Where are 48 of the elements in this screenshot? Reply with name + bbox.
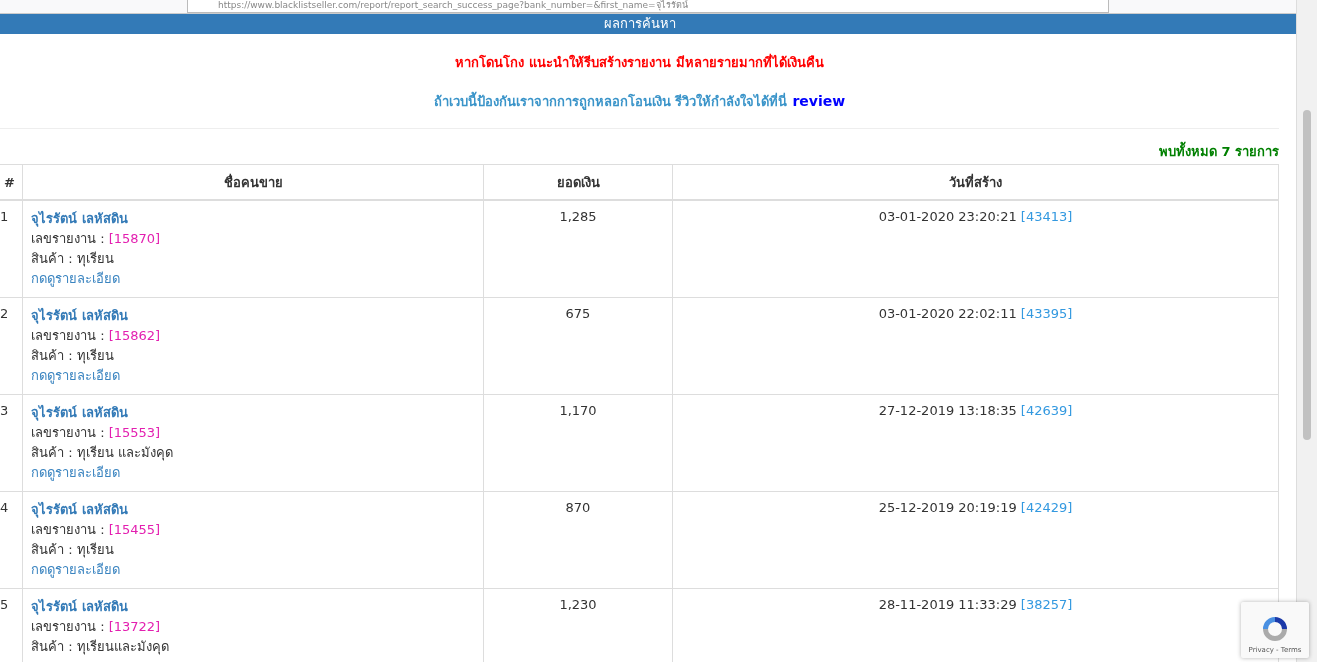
- amount-cell: 870: [483, 491, 673, 589]
- report-number: เลขรายงาน : [15862]: [31, 327, 162, 345]
- column-header: #: [0, 164, 23, 200]
- product-text: สินค้า : ทุเรียน: [31, 347, 115, 366]
- warning-text: หากโดนโกง แนะนำให้รีบสร้างรายงาน มีหลายรายมากที่ได้เงินคืน: [454, 52, 825, 72]
- row-number: 3: [0, 394, 23, 492]
- detail-link[interactable]: กดดูรายละเอียด: [31, 463, 120, 483]
- scrollbar-thumb[interactable]: [1303, 110, 1311, 440]
- report-id-link[interactable]: [42639]: [1020, 403, 1073, 418]
- created-cell: 25-12-2019 20:19:19 [42429]: [672, 491, 1279, 589]
- report-number: เลขรายงาน : [15870]: [31, 230, 162, 248]
- product-text: สินค้า : ทุเรียน และมังคุด: [31, 444, 174, 463]
- amount-cell: 1,285: [483, 200, 673, 298]
- created-cell: 27-12-2019 13:18:35 [42639]: [672, 394, 1279, 492]
- report-number: เลขรายงาน : [15455]: [31, 521, 162, 539]
- report-id-link[interactable]: [38257]: [1020, 597, 1073, 612]
- row-number: 5: [0, 588, 23, 662]
- report-number: เลขรายงาน : [15553]: [31, 424, 162, 442]
- result-count: พบทั้งหมด 7 รายการ: [1158, 141, 1279, 162]
- row-number: 1: [0, 200, 23, 298]
- product-text: สินค้า : ทุเรียน: [31, 541, 115, 560]
- created-cell: 03-01-2020 22:02:11 [43395]: [672, 297, 1279, 395]
- seller-name-link[interactable]: จุไรรัตน์ เลหัสดิน: [31, 403, 128, 423]
- detail-link[interactable]: กดดูรายละเอียด: [31, 560, 120, 580]
- report-id-link[interactable]: [43395]: [1020, 306, 1073, 321]
- detail-link[interactable]: กดดูรายละเอียด: [31, 269, 120, 289]
- amount-cell: 675: [483, 297, 673, 395]
- created-cell: 03-01-2020 23:20:21 [43413]: [672, 200, 1279, 298]
- column-header: ชื่อคนขาย: [22, 164, 484, 200]
- seller-name-link[interactable]: จุไรรัตน์ เลหัสดิน: [31, 209, 128, 229]
- detail-link[interactable]: กดดูรายละเอียด: [31, 366, 120, 386]
- column-header: วันที่สร้าง: [672, 164, 1279, 200]
- report-number: เลขรายงาน : [13722]: [31, 618, 162, 636]
- column-header: ยอดเงิน: [483, 164, 673, 200]
- seller-name-link[interactable]: จุไรรัตน์ เลหัสดิน: [31, 597, 128, 617]
- row-number: 4: [0, 491, 23, 589]
- recaptcha-logo-icon: [1260, 614, 1290, 644]
- review-link[interactable]: review: [792, 93, 846, 109]
- seller-name-link[interactable]: จุไรรัตน์ เลหัสดิน: [31, 500, 128, 520]
- report-id-link[interactable]: [42429]: [1020, 500, 1073, 515]
- report-id-link[interactable]: [43413]: [1020, 209, 1073, 224]
- results-header: ผลการค้นหา: [0, 14, 1296, 34]
- product-text: สินค้า : ทุเรียน: [31, 250, 115, 269]
- product-text: สินค้า : ทุเรียนและมังคุด: [31, 638, 170, 657]
- seller-name-link[interactable]: จุไรรัตน์ เลหัสดิน: [31, 306, 128, 326]
- amount-cell: 1,170: [483, 394, 673, 492]
- row-number: 2: [0, 297, 23, 395]
- address-bar[interactable]: https://www.blacklistseller.com/report/report_search_success_page?bank_number=&first_name=จุไรรัตน์: [187, 0, 1109, 13]
